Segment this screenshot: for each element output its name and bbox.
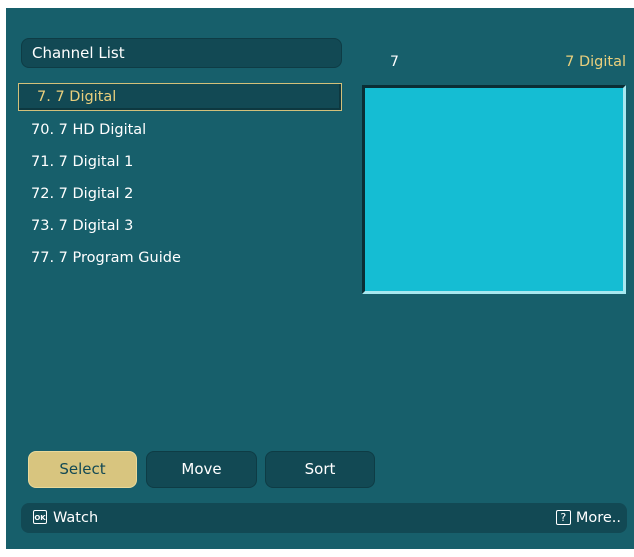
channel-item[interactable]: 71. 7 Digital 1 (18, 146, 342, 178)
channel-item[interactable]: 72. 7 Digital 2 (18, 178, 342, 210)
watch-label: Watch (53, 510, 99, 526)
channel-preview (362, 85, 626, 294)
channel-name: 7 Digital (565, 54, 626, 70)
channel-item[interactable]: 73. 7 Digital 3 (18, 210, 342, 242)
channel-list: 7. 7 Digital 70. 7 HD Digital 71. 7 Digi… (18, 82, 342, 274)
channel-number: 7 (390, 54, 399, 70)
channel-item[interactable]: 7. 7 Digital (18, 83, 342, 111)
more-label: More.. (575, 510, 621, 526)
help-icon: ? (555, 509, 571, 525)
watch-hint[interactable]: OK Watch (33, 503, 98, 533)
move-button[interactable]: Move (146, 451, 257, 488)
channel-item[interactable]: 70. 7 HD Digital (18, 114, 342, 146)
select-button[interactable]: Select (28, 451, 137, 488)
footer-bar: OK Watch ? More.. (21, 503, 627, 533)
panel-title: Channel List (21, 38, 342, 68)
ok-icon: OK (33, 510, 47, 524)
more-hint[interactable]: ? More.. (555, 503, 621, 533)
channel-item[interactable]: 77. 7 Program Guide (18, 242, 342, 274)
sort-button[interactable]: Sort (265, 451, 375, 488)
tv-screen: Channel List 7. 7 Digital 70. 7 HD Digit… (6, 8, 634, 549)
